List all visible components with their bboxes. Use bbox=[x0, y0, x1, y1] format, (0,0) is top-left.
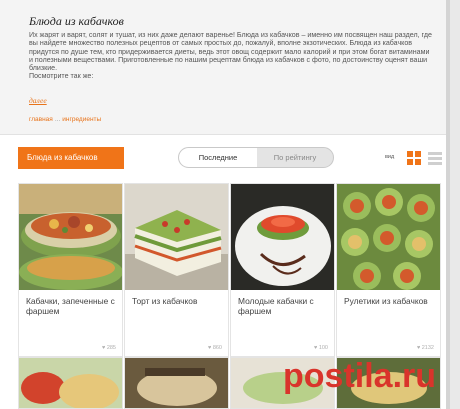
recipe-card[interactable]: Торт из кабачков ♥ 860 bbox=[124, 183, 229, 357]
page-title: Блюда из кабачков bbox=[29, 14, 124, 28]
list-view-icon[interactable] bbox=[428, 151, 442, 165]
category-header: Блюда из кабачков Их жарят и варят, соля… bbox=[0, 0, 446, 135]
heart-icon[interactable]: ♥ bbox=[208, 345, 211, 351]
like-count: ♥ 100 bbox=[314, 345, 328, 351]
breadcrumb-ingredients[interactable]: ингредиенты bbox=[62, 116, 101, 123]
breadcrumb-ellipsis: ... bbox=[54, 116, 61, 123]
recipe-card-partial[interactable] bbox=[124, 357, 229, 409]
sort-rating-option[interactable]: По рейтингу bbox=[257, 148, 333, 167]
heart-icon[interactable]: ♥ bbox=[417, 345, 420, 351]
category-description: Их жарят и варят, солят и тушат, из них … bbox=[29, 31, 434, 81]
category-button[interactable]: Блюда из кабачков bbox=[18, 147, 124, 169]
page-side-background bbox=[446, 0, 460, 409]
recipe-title[interactable]: Торт из кабачков bbox=[132, 296, 224, 306]
description-see-also: Посмотрите так же: bbox=[29, 72, 94, 81]
recipe-title[interactable]: Молодые кабачки с фаршем bbox=[238, 296, 330, 316]
sort-toggle: Последние По рейтингу bbox=[178, 147, 334, 168]
recipe-photo-stuffed-zucchini bbox=[19, 184, 122, 290]
grid-view-icon[interactable] bbox=[407, 151, 421, 165]
breadcrumb: главная... ингредиенты bbox=[29, 116, 101, 123]
recipe-photo-zucchini-cake bbox=[125, 184, 228, 290]
like-count: ♥ 2132 bbox=[416, 345, 434, 351]
recipe-photo-young-zucchini bbox=[231, 184, 334, 290]
side-scroll-strip bbox=[446, 0, 450, 409]
more-link[interactable]: далее bbox=[29, 96, 47, 105]
recipe-photo-zucchini-rolls bbox=[337, 184, 440, 290]
recipe-card[interactable]: Рулетики из кабачков ♥ 2132 bbox=[336, 183, 441, 357]
heart-icon[interactable]: ♥ bbox=[314, 345, 317, 351]
recipe-card[interactable]: Молодые кабачки с фаршем ♥ 100 bbox=[230, 183, 335, 357]
watermark-logo: postila.ru bbox=[283, 357, 437, 395]
recipe-title[interactable]: Рулетики из кабачков bbox=[344, 296, 436, 306]
description-text: Их жарят и варят, солят и тушат, из них … bbox=[29, 31, 432, 73]
sort-latest-option[interactable]: Последние bbox=[179, 148, 257, 167]
recipe-card[interactable]: Кабачки, запеченные с фаршем ♥ 285 bbox=[18, 183, 123, 357]
recipe-title[interactable]: Кабачки, запеченные с фаршем bbox=[26, 296, 118, 316]
like-count: ♥ 860 bbox=[208, 345, 222, 351]
like-count: ♥ 285 bbox=[102, 345, 116, 351]
heart-icon[interactable]: ♥ bbox=[102, 345, 105, 351]
view-label: вид bbox=[385, 154, 395, 160]
recipe-card-partial[interactable] bbox=[18, 357, 123, 409]
breadcrumb-home[interactable]: главная bbox=[29, 116, 53, 123]
